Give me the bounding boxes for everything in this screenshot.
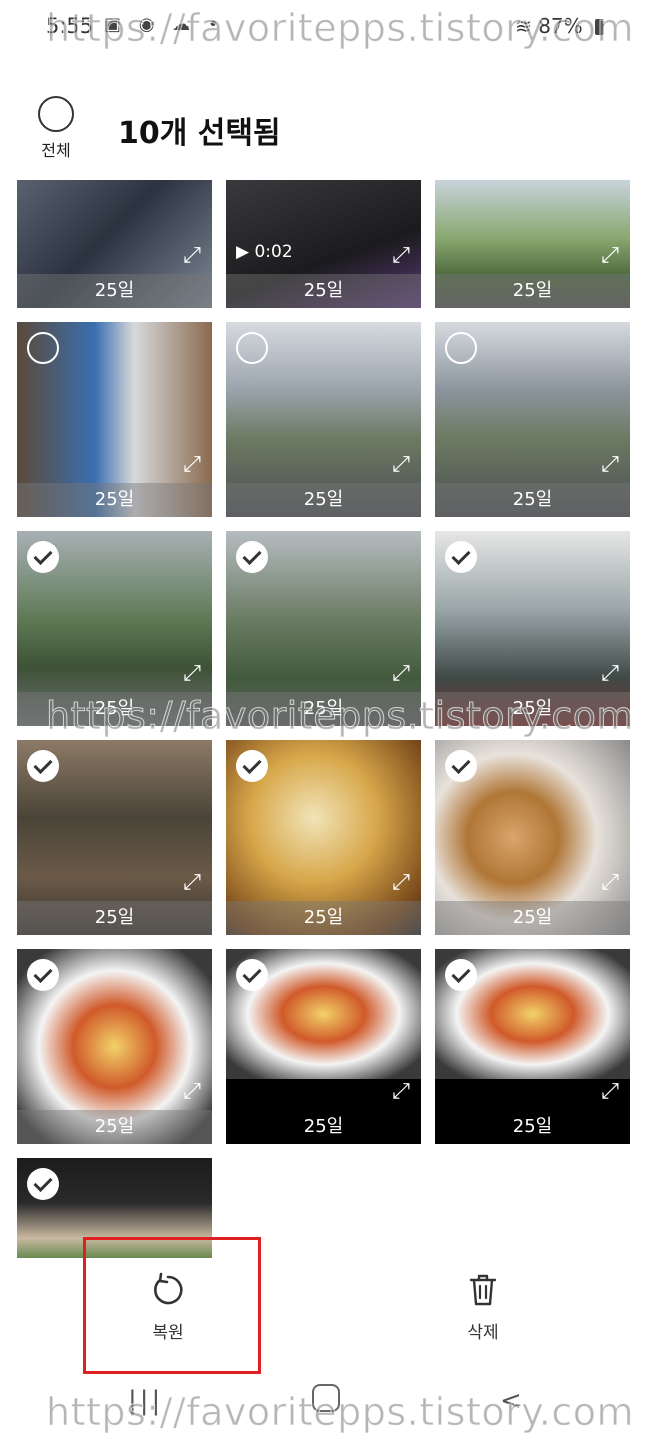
expand-icon[interactable]: ⤢ <box>598 244 622 268</box>
expand-icon[interactable]: ⤢ <box>598 871 622 895</box>
select-all-button[interactable]: 전체 <box>26 96 86 161</box>
photo-thumbnail[interactable]: 25일 ⤢ <box>17 740 212 935</box>
photo-thumbnail[interactable]: 25일 ⤢ <box>226 949 421 1144</box>
expand-icon[interactable]: ⤢ <box>598 1080 622 1104</box>
photo-thumbnail[interactable]: 25일 ⤢ <box>435 740 630 935</box>
date-label: 25일 <box>435 483 630 517</box>
date-label: 25일 <box>226 483 421 517</box>
date-label: 25일 <box>17 901 212 935</box>
select-checkbox[interactable] <box>236 750 268 782</box>
date-label: 25일 <box>17 483 212 517</box>
date-label: 25일 <box>17 274 212 308</box>
wifi-icon: ≋ <box>515 14 532 38</box>
photo-thumbnail[interactable]: 25일 ⤢ <box>226 322 421 517</box>
video-duration-text: 0:02 <box>254 242 293 262</box>
expand-icon[interactable]: ⤢ <box>598 453 622 477</box>
select-checkbox[interactable] <box>236 959 268 991</box>
date-label: 25일 <box>226 274 421 308</box>
date-label: 25일 <box>435 692 630 726</box>
expand-icon[interactable]: ⤢ <box>389 453 413 477</box>
photo-thumbnail[interactable]: 25일 ⤢ <box>17 949 212 1144</box>
back-icon[interactable]: < <box>500 1386 522 1416</box>
select-all-checkbox[interactable] <box>38 96 74 132</box>
date-label: 25일 <box>303 1116 344 1137</box>
select-checkbox[interactable] <box>27 541 59 573</box>
photo-thumbnail[interactable]: 25일 ⤢ <box>17 322 212 517</box>
restore-highlight-box <box>83 1237 261 1374</box>
expand-icon[interactable]: ⤢ <box>389 1080 413 1104</box>
video-duration: ▶ 0:02 <box>236 242 293 262</box>
photo-thumbnail[interactable]: 25일 ⤢ <box>17 531 212 726</box>
select-checkbox[interactable] <box>27 750 59 782</box>
page-title: 10개 선택됨 <box>118 116 281 151</box>
expand-icon[interactable]: ⤢ <box>389 662 413 686</box>
date-label: 25일 <box>512 1116 553 1137</box>
select-all-label: 전체 <box>41 141 71 160</box>
date-label: 25일 <box>17 692 212 726</box>
photo-thumbnail[interactable]: 25일 ⤢ <box>226 531 421 726</box>
photo-thumbnail[interactable]: ▶ 0:02 25일 ⤢ <box>226 180 421 308</box>
date-label: 25일 <box>17 1110 212 1144</box>
battery-percent: 87% <box>538 14 583 38</box>
delete-button[interactable]: 삭제 <box>448 1272 518 1343</box>
select-checkbox[interactable] <box>445 959 477 991</box>
select-checkbox[interactable] <box>445 541 477 573</box>
expand-icon[interactable]: ⤢ <box>180 244 204 268</box>
date-label: 25일 <box>226 692 421 726</box>
selection-header: 전체 10개 선택됨 <box>0 86 648 166</box>
recent-apps-icon[interactable]: ||| <box>128 1386 163 1416</box>
expand-icon[interactable]: ⤢ <box>180 662 204 686</box>
expand-icon[interactable]: ⤢ <box>180 871 204 895</box>
expand-icon[interactable]: ⤢ <box>389 871 413 895</box>
select-checkbox[interactable] <box>27 1168 59 1200</box>
select-checkbox[interactable] <box>27 332 59 364</box>
photo-thumbnail[interactable]: 25일 ⤢ <box>435 322 630 517</box>
select-checkbox[interactable] <box>445 750 477 782</box>
status-right: ≋ 87% <box>515 14 604 38</box>
date-label: 25일 <box>435 901 630 935</box>
photo-thumbnail[interactable]: 25일 ⤢ <box>435 531 630 726</box>
battery-icon <box>595 19 604 35</box>
expand-icon[interactable]: ⤢ <box>598 662 622 686</box>
photo-thumbnail[interactable]: 25일 ⤢ <box>435 949 630 1144</box>
photo-thumbnail[interactable]: 25일 ⤢ <box>435 180 630 308</box>
select-checkbox[interactable] <box>27 959 59 991</box>
select-checkbox[interactable] <box>445 332 477 364</box>
delete-label: 삭제 <box>467 1323 499 1343</box>
expand-icon[interactable]: ⤢ <box>389 244 413 268</box>
select-checkbox[interactable] <box>236 541 268 573</box>
select-checkbox[interactable] <box>236 332 268 364</box>
home-icon[interactable] <box>312 1384 340 1412</box>
date-label: 25일 <box>226 901 421 935</box>
date-label: 25일 <box>435 274 630 308</box>
photo-thumbnail[interactable]: 25일 ⤢ <box>226 740 421 935</box>
expand-icon[interactable]: ⤢ <box>180 1080 204 1104</box>
trash-icon <box>469 1274 497 1306</box>
photo-thumbnail[interactable]: 25일 ⤢ <box>17 180 212 308</box>
system-nav-bar: ||| < <box>0 1368 648 1440</box>
status-time: 5:55 <box>46 14 94 38</box>
status-bar: 5:55 ▣ ◉ ☁ • ≋ 87% <box>0 0 648 56</box>
notification-icons: ▣ ◉ ☁ • <box>104 14 225 35</box>
expand-icon[interactable]: ⤢ <box>180 453 204 477</box>
